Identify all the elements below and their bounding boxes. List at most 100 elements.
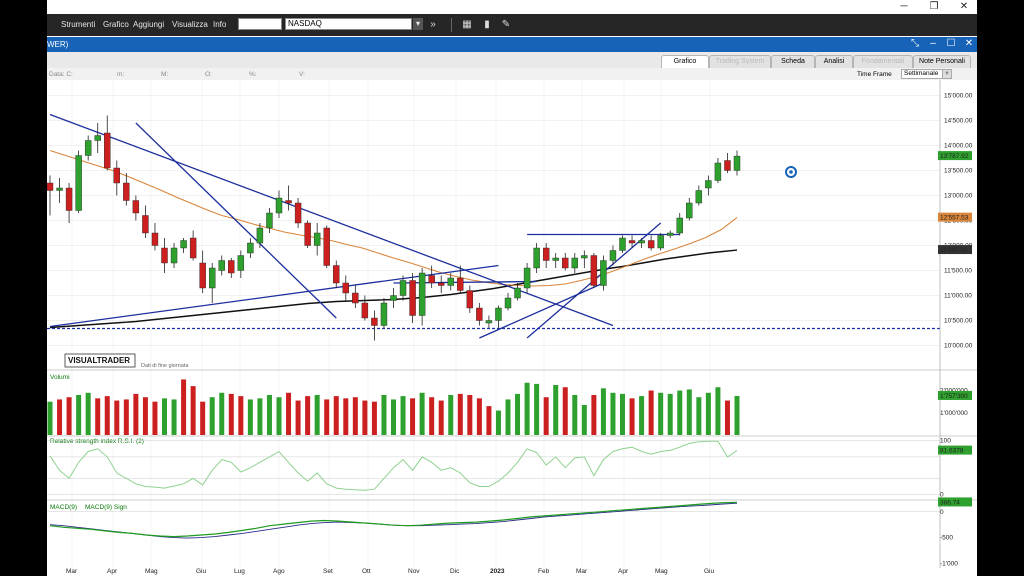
month-label: Nov <box>408 568 420 575</box>
data-note: Dati di fine giornata <box>141 363 189 369</box>
candle-body <box>495 307 502 321</box>
quick-input[interactable] <box>238 18 282 30</box>
candle-body <box>237 255 245 271</box>
menu-strumenti[interactable]: Strumenti <box>61 20 95 29</box>
volume-bar <box>266 395 272 435</box>
volume-bar <box>47 401 53 435</box>
candle-body <box>266 212 273 229</box>
rsi-last-label: 81.6378 <box>940 448 964 455</box>
menu-visualizza[interactable]: Visualizza <box>172 20 208 29</box>
macd-title: MACD(9) <box>50 504 77 511</box>
window-title: WER) <box>47 40 69 49</box>
candle-body <box>113 167 120 184</box>
volume-bar <box>667 393 673 435</box>
info-open: O: <box>205 71 212 78</box>
minimize-window-icon[interactable]: ─ <box>897 1 911 12</box>
volume-bar <box>724 400 730 435</box>
candle-body <box>399 280 407 296</box>
volume-bar <box>171 399 177 435</box>
bar-chart-icon[interactable]: ▮ <box>480 18 494 32</box>
close-icon[interactable]: ✕ <box>963 38 975 50</box>
volume-bar <box>438 400 444 435</box>
info-data: Data: C: <box>49 71 73 78</box>
volume-bar <box>95 398 101 435</box>
macd-sign-title: MACD(9) Sign <box>85 504 127 511</box>
macd-tick-label: 0 <box>940 509 944 516</box>
volume-bar <box>228 393 234 435</box>
volume-bar <box>524 382 530 435</box>
candle-body <box>247 242 254 254</box>
chart-area[interactable]: Volumi Relative strength index R.S.I. (2… <box>47 80 977 576</box>
volume-bar <box>238 396 244 435</box>
volume-bar <box>314 395 320 435</box>
volume-bar <box>600 388 606 435</box>
volume-bar <box>333 396 339 435</box>
candle-body <box>542 247 550 261</box>
volume-bar <box>152 401 158 435</box>
volume-bar <box>658 392 664 435</box>
candle-body <box>590 255 598 286</box>
price-tick-label: 15'000.00 <box>944 93 973 100</box>
price-tick-label: 14'000.00 <box>944 143 973 150</box>
close-window-icon[interactable]: ✕ <box>957 1 971 12</box>
maximize-icon[interactable]: ☐ <box>945 38 957 50</box>
menu-aggiungi[interactable]: Aggiungi <box>133 20 164 29</box>
candle-body <box>562 257 569 269</box>
month-label: Lug <box>234 568 245 575</box>
menu-grafico[interactable]: Grafico <box>103 20 129 29</box>
timeframe-select[interactable]: Settimanale <box>901 69 943 79</box>
macd-last-label: 386.74 <box>940 499 960 506</box>
candle-body <box>686 202 693 219</box>
volume-bar <box>343 398 349 435</box>
tools-icon[interactable]: ✎ <box>499 18 513 32</box>
dropdown-arrow-icon[interactable]: ▾ <box>413 18 423 30</box>
volume-bar <box>476 398 482 435</box>
candle-body <box>552 257 559 261</box>
volume-bar <box>381 395 387 435</box>
candle-body <box>56 187 63 191</box>
volume-bar <box>85 392 91 435</box>
symbol-input[interactable]: NASDAQ <box>285 18 412 30</box>
tab-analisi[interactable]: Analisi <box>815 55 853 68</box>
tab-trading-system[interactable]: Trading System <box>709 55 771 68</box>
candle-body <box>371 317 378 326</box>
volume-bar <box>467 395 473 435</box>
candle-body <box>342 282 349 294</box>
volume-bar <box>362 400 368 435</box>
tab-grafico[interactable]: Grafico <box>661 55 709 68</box>
candle-body <box>418 272 426 316</box>
month-label: Set <box>323 568 333 575</box>
candle-body <box>724 160 731 171</box>
candle-body <box>514 287 521 299</box>
info-pct: %: <box>249 71 257 78</box>
candle-body <box>294 202 302 224</box>
candle-body <box>275 197 283 214</box>
candle-body <box>476 307 483 321</box>
volume-bar <box>686 389 692 435</box>
month-label: Giu <box>704 568 715 575</box>
minimize-icon[interactable]: – <box>927 38 939 50</box>
volume-bar <box>581 405 587 435</box>
tab-fondamentali[interactable]: Fondamentali <box>853 55 913 68</box>
volume-bar <box>76 395 82 435</box>
candle-body <box>209 267 216 289</box>
tab-note-personali[interactable]: Note Personali <box>913 55 971 68</box>
candle-body <box>409 280 416 316</box>
menu-info[interactable]: Info <box>213 20 226 29</box>
volume-bar <box>162 398 167 435</box>
candle-body <box>647 240 655 249</box>
tab-scheda[interactable]: Scheda <box>771 55 815 68</box>
volume-title: Volumi <box>50 374 70 381</box>
volume-bar <box>400 396 406 435</box>
resize-icon[interactable]: ⤡ <box>909 38 921 50</box>
candle-body <box>218 260 225 271</box>
grid-icon[interactable]: ▦ <box>460 18 474 32</box>
price-tick-label: 13'500.00 <box>944 168 973 175</box>
volume-bar <box>620 393 625 435</box>
fast-forward-icon[interactable]: » <box>426 18 440 32</box>
month-label: Apr <box>618 568 629 575</box>
candle-body <box>47 182 54 191</box>
candle-body <box>256 227 264 244</box>
chevron-down-icon[interactable]: ▼ <box>942 69 952 79</box>
restore-window-icon[interactable]: ❐ <box>927 1 941 12</box>
